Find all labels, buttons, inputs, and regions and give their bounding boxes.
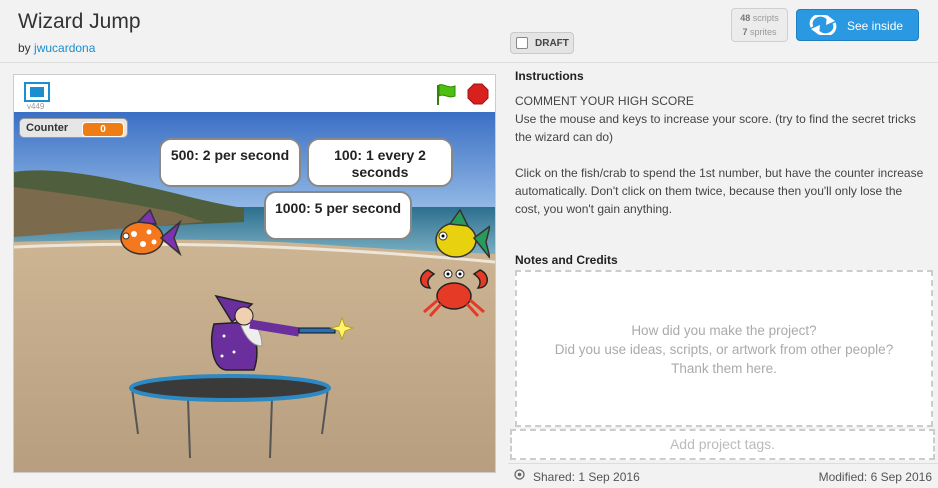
project-info: Instructions COMMENT YOUR HIGH SCORE Use… <box>508 62 938 487</box>
sprites-count: 7 <box>742 27 748 37</box>
shared-icon <box>514 469 525 480</box>
author-link[interactable]: jwucardona <box>34 41 95 55</box>
see-inside-button[interactable]: See inside <box>796 9 919 41</box>
counter-value: 0 <box>82 122 124 137</box>
counter-label: Counter <box>26 122 69 134</box>
project-stats: 48 scripts 7 sprites <box>731 8 788 42</box>
sprites-label: sprites <box>750 27 777 37</box>
stop-icon[interactable] <box>467 83 489 105</box>
stage[interactable]: Counter 0 500: 2 per second 100: 1 every… <box>14 112 495 472</box>
orange-fish-sprite[interactable] <box>116 208 182 264</box>
counter-monitor: Counter 0 <box>19 118 128 138</box>
instructions-text[interactable]: COMMENT YOUR HIGH SCORE Use the mouse an… <box>515 92 930 218</box>
tags-input[interactable]: Add project tags. <box>510 429 935 460</box>
modified-date: Modified: 6 Sep 2016 <box>818 470 932 484</box>
project-dates: Shared: 1 Sep 2016 Modified: 6 Sep 2016 <box>508 463 938 488</box>
project-player: v449 Counter 0 500: 2 per second 100: 1 … <box>13 74 496 473</box>
byline: by jwucardona <box>18 41 95 55</box>
project-header: Wizard Jump by jwucardona DRAFT 48 scrip… <box>0 0 938 63</box>
player-controls: v449 <box>14 75 495 112</box>
version-label: v449 <box>27 102 45 111</box>
scripts-count: 48 <box>740 13 751 23</box>
scripts-label: scripts <box>752 13 779 23</box>
notes-placeholder: How did you make the project? Did you us… <box>554 323 894 376</box>
yellow-fish-sprite[interactable] <box>428 208 490 268</box>
speech-bubble-1000: 1000: 5 per second <box>264 191 412 240</box>
instructions-heading: Instructions <box>515 69 584 83</box>
by-label: by <box>18 41 31 55</box>
crab-sprite[interactable] <box>414 260 494 318</box>
draft-label: DRAFT <box>535 38 569 49</box>
notes-input[interactable]: How did you make the project? Did you us… <box>515 270 933 427</box>
notes-heading: Notes and Credits <box>515 253 618 267</box>
wizard-sprite[interactable] <box>204 292 354 372</box>
speech-bubble-500: 500: 2 per second <box>159 138 301 187</box>
green-flag-icon[interactable] <box>434 82 458 106</box>
project-title[interactable]: Wizard Jump <box>18 10 141 34</box>
see-inside-label: See inside <box>847 19 904 33</box>
fullscreen-icon[interactable] <box>24 82 50 102</box>
trampoline-sprite <box>129 374 331 459</box>
draft-toggle[interactable]: DRAFT <box>510 32 574 54</box>
speech-bubble-100: 100: 1 every 2 seconds <box>307 138 453 187</box>
shared-date: Shared: 1 Sep 2016 <box>533 470 640 484</box>
draft-checkbox[interactable] <box>516 37 528 49</box>
see-inside-icon <box>809 15 837 35</box>
